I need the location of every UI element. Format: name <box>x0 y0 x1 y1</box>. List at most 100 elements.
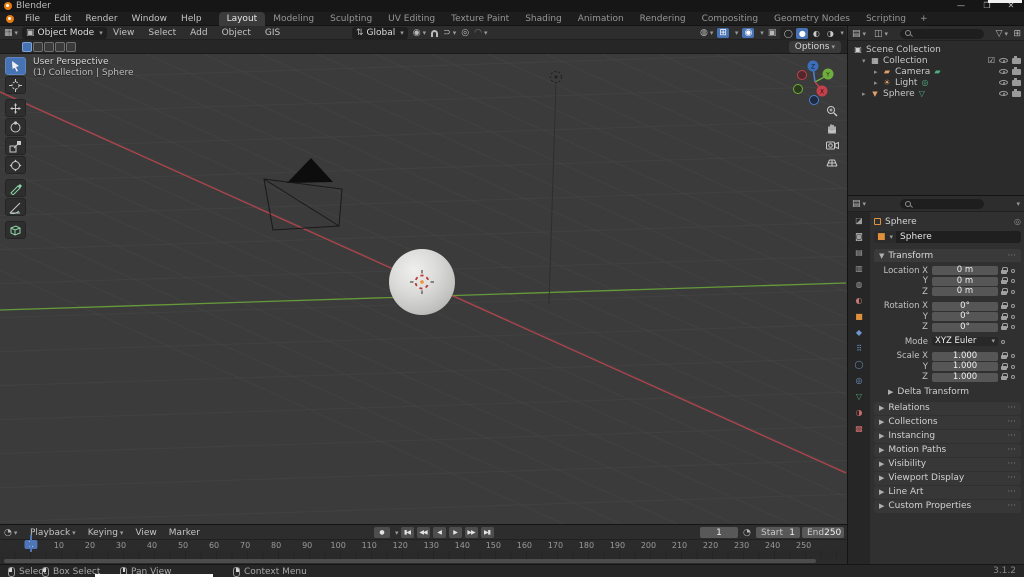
value-field[interactable]: 1.000 <box>932 352 998 361</box>
eye-icon[interactable] <box>999 91 1008 96</box>
workspace-tab[interactable]: Layout <box>219 12 266 26</box>
ruler-tick[interactable]: 110 <box>362 541 377 550</box>
properties-section-header[interactable]: ▶Viewport Display ··· <box>874 472 1021 485</box>
camera-view-icon[interactable] <box>824 138 840 152</box>
expand-caret-icon[interactable] <box>862 90 870 98</box>
pivot-point-dropdown[interactable]: ◉▾ <box>413 28 426 38</box>
properties-tab[interactable]: ◐ <box>848 292 870 308</box>
properties-section-header[interactable]: ▶Visibility ··· <box>874 458 1021 471</box>
panel-options-icon[interactable]: ··· <box>1007 501 1016 511</box>
timeline-ruler[interactable]: 1102030405060708090100110120130140150160… <box>0 540 847 551</box>
select-mode-set[interactable] <box>22 42 32 52</box>
properties-section-header[interactable]: ▶Instancing ··· <box>874 430 1021 443</box>
outliner-row[interactable]: Light <box>848 77 1024 88</box>
properties-tab[interactable]: ◯ <box>848 356 870 372</box>
value-field[interactable]: 1.000 <box>932 373 998 382</box>
workspace-tab[interactable]: UV Editing <box>380 12 443 26</box>
blender-menu-icon[interactable] <box>6 15 14 23</box>
pin-icon[interactable]: ◎ <box>1014 217 1021 226</box>
workspace-tab[interactable]: Shading <box>517 12 570 26</box>
animate-dot-icon[interactable] <box>1011 365 1015 369</box>
ruler-tick[interactable]: 40 <box>147 541 157 550</box>
mode-dropdown[interactable]: ▣ Object Mode ▾ <box>22 27 107 39</box>
orientation-dropdown[interactable]: ⇅ Global ▾ <box>352 27 408 39</box>
panel-options-icon[interactable]: ··· <box>1007 445 1016 455</box>
frame-start-field[interactable]: Start1 <box>756 527 800 538</box>
workspace-tab[interactable]: Geometry Nodes <box>766 12 858 26</box>
value-field[interactable]: 0 m <box>932 277 998 286</box>
ruler-tick[interactable]: 180 <box>579 541 594 550</box>
render-visibility-icon[interactable] <box>1012 80 1021 86</box>
ruler-tick[interactable]: 210 <box>672 541 687 550</box>
ruler-tick[interactable]: 90 <box>302 541 312 550</box>
select-mode-invert[interactable] <box>55 42 65 52</box>
lock-icon[interactable] <box>1001 313 1008 321</box>
auto-keyframe-button[interactable]: ● <box>374 527 390 538</box>
menu-item[interactable]: Render <box>79 12 125 26</box>
snap-toggle[interactable] <box>431 30 438 37</box>
options-dropdown[interactable]: Options▾ <box>789 41 841 53</box>
eye-icon[interactable] <box>999 58 1008 63</box>
outliner-row[interactable]: Collection ☑ <box>848 55 1024 66</box>
ruler-tick[interactable]: 150 <box>486 541 501 550</box>
panel-options-icon[interactable]: ··· <box>1007 473 1016 483</box>
ruler-tick[interactable]: 130 <box>424 541 439 550</box>
timeline-menu-item[interactable]: Playback▾ <box>24 526 82 540</box>
select-mode-subtract[interactable] <box>44 42 54 52</box>
ruler-tick[interactable]: 170 <box>548 541 563 550</box>
expand-caret-icon[interactable] <box>874 79 882 87</box>
workspace-tab[interactable]: Rendering <box>632 12 694 26</box>
timeline-menu-item[interactable]: Keying▾ <box>82 526 130 540</box>
snap-settings-dropdown[interactable]: ⊃▾ <box>443 28 456 38</box>
object-id-icon[interactable]: ■▾ <box>874 231 896 243</box>
properties-tab[interactable]: ◙ <box>848 228 870 244</box>
add-workspace-button[interactable]: + <box>914 12 934 26</box>
ruler-tick[interactable]: 240 <box>765 541 780 550</box>
lock-icon[interactable] <box>1001 302 1008 310</box>
properties-tab[interactable]: ◍ <box>848 276 870 292</box>
menu-item[interactable]: Edit <box>47 12 78 26</box>
timeline-menu-item[interactable]: Marker <box>163 526 206 540</box>
ruler-tick[interactable]: 100 <box>331 541 346 550</box>
tool-rotate[interactable] <box>5 118 26 136</box>
timeline-menu-item[interactable]: View <box>129 526 162 540</box>
ruler-tick[interactable]: 20 <box>85 541 95 550</box>
navigation-gizmo[interactable]: Z Y X <box>789 56 841 108</box>
outliner-filter-dropdown[interactable]: ▽▾ <box>996 26 1008 41</box>
tool-cursor[interactable] <box>5 76 26 94</box>
ruler-tick[interactable]: 230 <box>734 541 749 550</box>
properties-tab[interactable]: ◑ <box>848 404 870 420</box>
playback-button[interactable]: ◀◀ <box>417 527 430 538</box>
timeline-scrollbar[interactable] <box>4 559 816 563</box>
shading-mode-button[interactable]: ◯ <box>782 28 794 39</box>
preview-range-icon[interactable]: ◔ <box>743 525 751 540</box>
properties-section-header[interactable]: ▶Custom Properties ··· <box>874 500 1021 513</box>
workspace-tab[interactable]: Texture Paint <box>443 12 517 26</box>
playback-button[interactable]: ▶▮ <box>481 527 494 538</box>
playhead[interactable] <box>30 535 32 552</box>
panel-options-icon[interactable]: ··· <box>1007 459 1016 469</box>
ruler-tick[interactable]: 140 <box>455 541 470 550</box>
properties-tab[interactable]: ▽ <box>848 388 870 404</box>
animate-dot-icon[interactable] <box>1011 269 1015 273</box>
properties-section-header[interactable]: ▶Line Art ··· <box>874 486 1021 499</box>
ruler-tick[interactable]: 220 <box>703 541 718 550</box>
lock-icon[interactable] <box>1001 277 1008 285</box>
ruler-tick[interactable]: 190 <box>610 541 625 550</box>
lock-icon[interactable] <box>1001 288 1008 296</box>
value-field[interactable]: XYZ Euler▾ <box>932 337 998 346</box>
viewport-menu-item[interactable]: Add <box>183 26 214 40</box>
ruler-tick[interactable]: 70 <box>240 541 250 550</box>
tool-annotate[interactable] <box>5 179 26 197</box>
properties-section-header[interactable]: ▶Motion Paths ··· <box>874 444 1021 457</box>
tool-add-cube[interactable] <box>5 221 26 239</box>
ortho-toggle-icon[interactable] <box>824 155 840 169</box>
current-frame-field[interactable]: 1 <box>700 527 738 538</box>
lock-icon[interactable] <box>1001 363 1008 371</box>
timeline-track[interactable] <box>0 551 847 559</box>
value-field[interactable]: 1.000 <box>932 362 998 371</box>
properties-tab[interactable]: ▥ <box>848 260 870 276</box>
proportional-editing-toggle[interactable]: ◎ <box>461 28 469 38</box>
shading-mode-button[interactable]: ● <box>796 28 808 39</box>
viewport-menu-item[interactable]: Select <box>141 26 183 40</box>
